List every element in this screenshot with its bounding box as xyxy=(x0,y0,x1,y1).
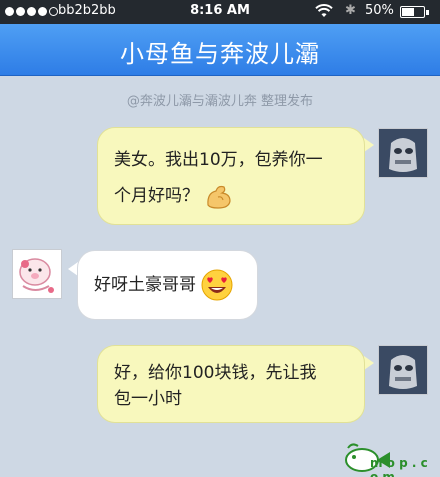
message-line: 美女。我出10万，包养你一 xyxy=(114,150,323,170)
chat-header: 小母鱼与奔波儿灞 xyxy=(0,24,440,76)
wifi-icon xyxy=(315,4,333,22)
message-line: 好，给你100块钱，先让我 xyxy=(114,363,317,383)
bubble-tail xyxy=(364,356,374,370)
message-line: 个月好吗？ xyxy=(114,186,199,206)
heart-eyes-emoji xyxy=(201,269,233,301)
message-bubble[interactable]: 美女。我出10万，包养你一 个月好吗？ xyxy=(97,127,365,225)
bubble-tail xyxy=(364,138,374,152)
battery-percent: 50% xyxy=(365,3,394,18)
message-bubble[interactable]: 好呀土豪哥哥 xyxy=(77,250,258,320)
robot-avatar[interactable] xyxy=(378,345,428,395)
message-line: 好呀土豪哥哥 xyxy=(94,275,196,295)
message-line: 包一小时 xyxy=(114,389,182,409)
message-line-with-emoji: 个月好吗？ xyxy=(114,178,348,214)
chat-title: 小母鱼与奔波儿灞 xyxy=(120,40,320,68)
robot-avatar[interactable] xyxy=(378,128,428,178)
battery-icon xyxy=(400,6,429,18)
muscle-arm-icon xyxy=(204,181,234,211)
credit-text: @奔波儿灞与灞波儿奔 整理发布 xyxy=(126,94,314,109)
watermark-text: m o p . c o m xyxy=(370,456,428,477)
status-bar: bb2b2bb 8:16 AM ✱ 50% xyxy=(0,0,440,24)
message-bubble[interactable]: 好，给你100块钱，先让我 包一小时 xyxy=(97,345,365,423)
pig-avatar[interactable] xyxy=(12,249,62,299)
bluetooth-icon: ✱ xyxy=(345,3,356,18)
